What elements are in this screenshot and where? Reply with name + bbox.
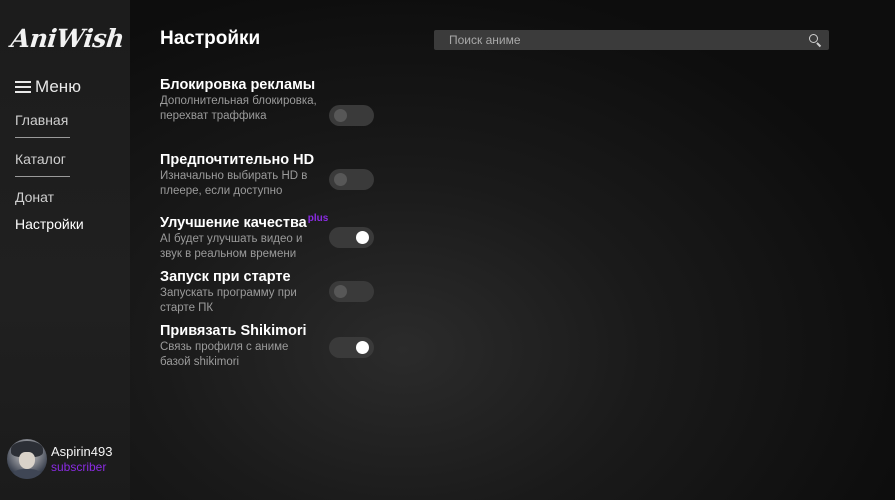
setting-prefer-hd: Предпочтительно HD Изначально выбирать H…	[160, 152, 375, 199]
setting-description: Запускать программу при старте ПК	[160, 287, 297, 314]
toggle-knob	[334, 173, 347, 186]
link-shikimori-toggle[interactable]	[329, 337, 374, 358]
setting-description: Связь профиля с аниме базой shikimori	[160, 341, 289, 368]
setting-quality-enhance: Улучшение качестваplus AI будет улучшать…	[160, 210, 375, 262]
launch-on-startup-toggle[interactable]	[329, 281, 374, 302]
setting-description: Изначально выбирать HD в плеере, если до…	[160, 170, 308, 197]
menu-header[interactable]: Меню	[15, 77, 81, 97]
toggle-knob	[356, 231, 369, 244]
sidebar-item-home[interactable]: Главная	[15, 112, 68, 128]
user-profile[interactable]: Aspirin493 subscriber	[7, 439, 112, 479]
sidebar-item-donate[interactable]: Донат	[15, 189, 54, 205]
sidebar-divider	[15, 176, 70, 177]
setting-title-text: Предпочтительно HD	[160, 152, 315, 168]
setting-launch-on-startup: Запуск при старте Запускать программу пр…	[160, 269, 375, 316]
menu-label: Меню	[35, 77, 81, 96]
toggle-knob	[334, 109, 347, 122]
app-window: AniWish Меню Главная Каталог Донат Настр…	[0, 0, 895, 500]
sidebar-item-settings[interactable]: Настройки	[15, 216, 84, 232]
setting-title-text: Привязать Shikimori	[160, 323, 307, 339]
app-logo: AniWish	[9, 24, 126, 53]
toggle-knob	[356, 341, 369, 354]
subscription-status: subscriber	[51, 459, 107, 474]
setting-link-shikimori: Привязать Shikimori Связь профиля с аним…	[160, 323, 375, 370]
search-icon[interactable]	[805, 30, 825, 50]
username: Aspirin493	[51, 443, 113, 459]
sidebar-item-catalog[interactable]: Каталог	[15, 151, 66, 167]
toggle-knob	[334, 285, 347, 298]
prefer-hd-toggle[interactable]	[329, 169, 374, 190]
setting-title-text: Блокировка рекламы	[160, 77, 316, 93]
setting-title: Блокировка рекламы	[160, 77, 375, 94]
setting-title: Предпочтительно HD	[160, 152, 375, 169]
avatar[interactable]	[7, 439, 47, 479]
setting-title-text: Улучшение качества	[160, 215, 307, 231]
setting-ad-block: Блокировка рекламы Дополнительная блокир…	[160, 77, 375, 126]
setting-description: AI будет улучшать видео и звук в реально…	[160, 233, 303, 260]
page-title: Настройки	[160, 28, 261, 49]
setting-description: Дополнительная блокировка, перехват траф…	[160, 95, 317, 122]
quality-enhance-toggle[interactable]	[329, 227, 374, 248]
plus-badge: plus	[307, 213, 329, 224]
ad-block-toggle[interactable]	[329, 105, 374, 126]
search-input[interactable]	[434, 29, 805, 51]
sidebar-divider	[15, 137, 70, 138]
sidebar: AniWish Меню Главная Каталог Донат Настр…	[0, 0, 130, 500]
setting-title-text: Запуск при старте	[160, 269, 291, 285]
search-bar	[434, 29, 829, 51]
hamburger-icon[interactable]	[15, 81, 31, 93]
